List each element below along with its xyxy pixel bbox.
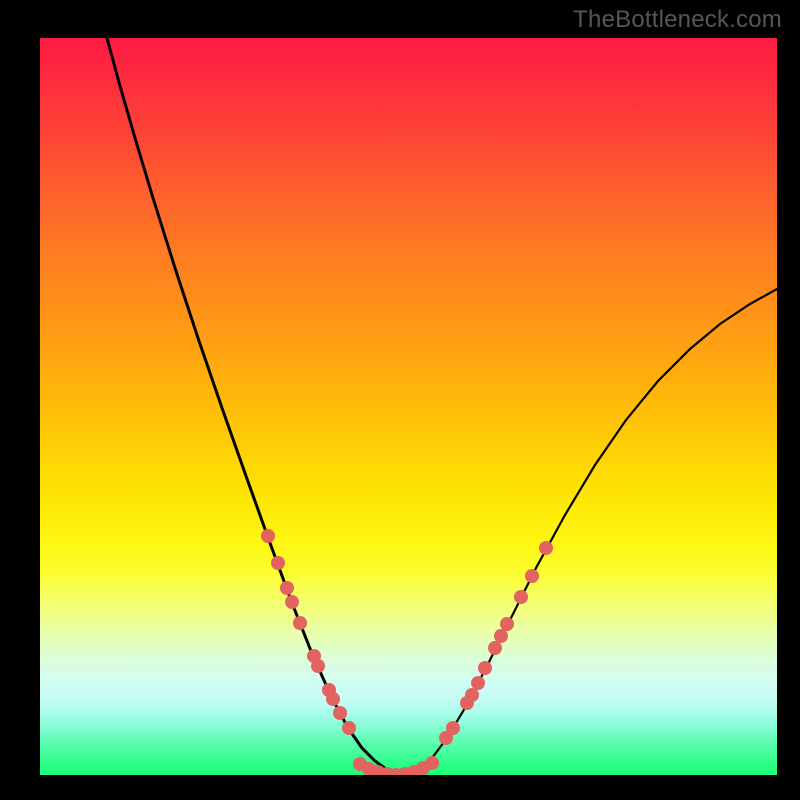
data-point — [326, 692, 340, 706]
curve-left — [107, 38, 402, 775]
data-point — [280, 581, 294, 595]
watermark-text: TheBottleneck.com — [573, 6, 782, 34]
chart-container: TheBottleneck.com — [0, 0, 800, 800]
points-group — [261, 529, 553, 775]
data-point — [285, 595, 299, 609]
data-point — [342, 721, 356, 735]
data-point — [514, 590, 528, 604]
data-point — [478, 661, 492, 675]
data-point — [488, 641, 502, 655]
curve-group — [107, 38, 777, 775]
data-point — [465, 688, 479, 702]
data-point — [425, 756, 439, 770]
plot-area — [40, 38, 777, 775]
chart-overlay — [40, 38, 777, 775]
data-point — [539, 541, 553, 555]
data-point — [525, 569, 539, 583]
data-point — [500, 617, 514, 631]
curve-right — [402, 289, 777, 775]
data-point — [293, 616, 307, 630]
data-point — [446, 721, 460, 735]
data-point — [333, 706, 347, 720]
data-point — [471, 676, 485, 690]
data-point — [261, 529, 275, 543]
data-point — [311, 659, 325, 673]
data-point — [271, 556, 285, 570]
data-point — [494, 629, 508, 643]
